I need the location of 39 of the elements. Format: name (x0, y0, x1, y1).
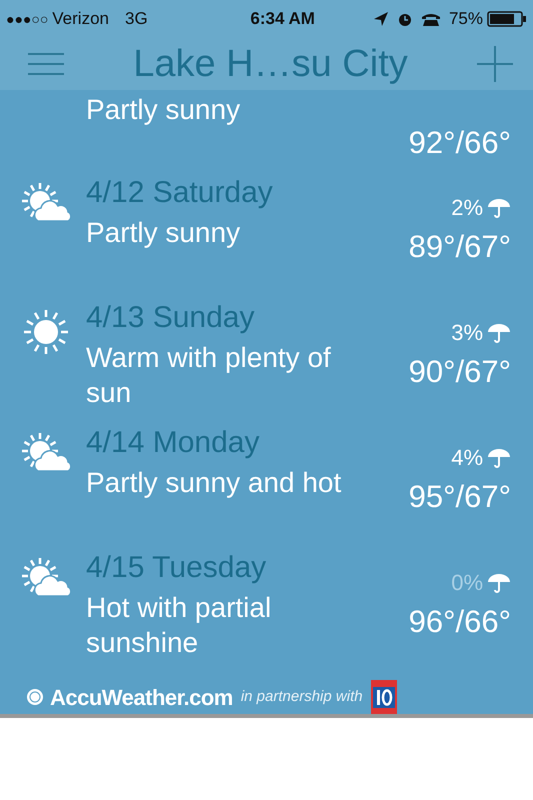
network-type: 3G (124, 8, 148, 30)
umbrella-icon (487, 198, 511, 218)
umbrella-icon (487, 572, 511, 592)
precipitation-chance: 2% (451, 194, 483, 222)
temperature-range: 89°/67° (408, 228, 511, 266)
temperature-range: 92°/66° (408, 124, 511, 162)
location-arrow-icon (372, 11, 389, 27)
temperature-range: 90°/67° (408, 353, 511, 391)
precipitation-chance: 0% (451, 569, 483, 597)
forecast-description: Partly sunny (86, 93, 242, 127)
menu-icon[interactable] (28, 52, 64, 76)
forecast-date: 4/14 Monday (86, 425, 260, 461)
forecast-description: Partly sunny and hot (86, 466, 342, 500)
brand-logo[interactable]: AccuWeather.com (50, 680, 233, 714)
temperature-range: 96°/66° (408, 603, 511, 641)
add-icon[interactable] (476, 46, 513, 82)
battery-percentage: 75% (448, 8, 483, 30)
forecast-date: 4/13 Sunday (86, 300, 256, 336)
alarm-clock-icon (396, 11, 413, 27)
umbrella-icon (487, 322, 511, 342)
precipitation-chance: 3% (451, 319, 483, 347)
carrier-name: Verizon (52, 8, 109, 30)
forecast-date: 4/15 Tuesday (86, 550, 268, 586)
forecast-date: 4/12 Saturday (86, 175, 274, 211)
partner-logo-icon[interactable] (370, 680, 397, 714)
forecast-description: Partly sunny (86, 216, 242, 250)
temperature-range: 95°/67° (408, 478, 511, 516)
battery-icon (487, 11, 527, 27)
signal-strength: ●●●○○ (6, 10, 48, 28)
clock-time: 6:34 AM (250, 8, 315, 30)
forecast-description: Hot with partial sunshine (86, 591, 272, 660)
sun-logo-icon (24, 686, 46, 708)
sun-icon (22, 308, 70, 356)
forecast-description: Warm with plenty of sun (86, 341, 332, 410)
precipitation-chance: 4% (451, 444, 483, 472)
city-title[interactable]: Lake H…su City (133, 45, 408, 83)
partner-text: in partnership with (240, 686, 363, 707)
phone-icon (420, 12, 441, 26)
umbrella-icon (487, 448, 511, 468)
